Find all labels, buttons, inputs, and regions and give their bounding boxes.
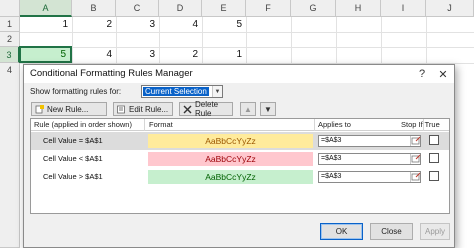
column-header-a[interactable]: A <box>20 0 72 17</box>
rule-row[interactable]: Cell Value > $A$1 AaBbCcYyZz =$A$3 <box>31 168 449 186</box>
show-rules-label: Show formatting rules for: <box>30 87 122 96</box>
gridline <box>20 32 474 33</box>
delete-rule-button[interactable]: Delete Rule <box>179 100 233 118</box>
dialog-title: Conditional Formatting Rules Manager <box>30 68 193 79</box>
cell-d1[interactable]: 4 <box>159 17 202 32</box>
cell-d3[interactable]: 2 <box>159 47 202 62</box>
rule-label: Cell Value > $A$1 <box>43 172 103 181</box>
column-header-i[interactable]: I <box>381 0 426 17</box>
column-header-f[interactable]: F <box>246 0 291 17</box>
applies-to-value: =$A$3 <box>321 155 342 162</box>
cell-e1[interactable]: 5 <box>202 17 246 32</box>
column-header-d[interactable]: D <box>159 0 202 17</box>
row-header-2[interactable]: 2 <box>0 32 20 47</box>
edit-rule-label: Edit Rule... <box>129 104 169 114</box>
delete-rule-label: Delete Rule <box>195 100 219 118</box>
applies-to-input[interactable]: =$A$3 <box>318 171 421 183</box>
column-header-h[interactable]: H <box>336 0 381 17</box>
column-header-c[interactable]: C <box>116 0 159 17</box>
range-select-icon[interactable] <box>410 136 421 146</box>
range-select-icon[interactable] <box>410 172 421 182</box>
cell-c3[interactable]: 3 <box>116 47 159 62</box>
header-applies-to: Applies to <box>318 120 351 129</box>
column-header-g[interactable]: G <box>291 0 336 17</box>
rules-table: Rule (applied in order shown) Format App… <box>30 118 450 214</box>
cell-a1[interactable]: 1 <box>20 17 72 32</box>
new-rule-icon <box>35 104 44 114</box>
header-divider <box>144 119 145 131</box>
applies-to-value: =$A$3 <box>321 173 342 180</box>
close-icon[interactable]: ✕ <box>435 66 451 82</box>
new-rule-label: New Rule... <box>47 104 89 114</box>
stop-if-true-checkbox[interactable] <box>429 153 439 163</box>
range-select-icon[interactable] <box>410 154 421 164</box>
cell-c1[interactable]: 3 <box>116 17 159 32</box>
edit-rule-button[interactable]: Edit Rule... <box>113 102 173 116</box>
rule-row[interactable]: Cell Value < $A$1 AaBbCcYyZz =$A$3 <box>31 150 449 168</box>
row-header-4[interactable]: 4 <box>0 63 20 248</box>
cell-e3[interactable]: 1 <box>202 47 246 62</box>
rule-label: Cell Value = $A$1 <box>43 136 103 145</box>
header-divider <box>314 119 315 131</box>
column-header-e[interactable]: E <box>202 0 246 17</box>
column-header-j[interactable]: J <box>426 0 474 17</box>
rule-row[interactable]: Cell Value = $A$1 AaBbCcYyZz =$A$3 <box>31 132 449 150</box>
show-rules-select[interactable]: Current Selection ▼ <box>141 85 223 98</box>
cell-b1[interactable]: 2 <box>72 17 116 32</box>
chevron-down-icon[interactable]: ▼ <box>212 86 222 97</box>
applies-to-input[interactable]: =$A$3 <box>318 135 421 147</box>
close-button[interactable]: Close <box>370 223 413 240</box>
format-preview: AaBbCcYyZz <box>148 152 313 166</box>
delete-icon <box>183 105 192 114</box>
format-preview: AaBbCcYyZz <box>148 134 313 148</box>
help-button[interactable]: ? <box>414 66 430 82</box>
rules-table-header: Rule (applied in order shown) Format App… <box>31 119 449 131</box>
select-all-corner[interactable] <box>0 0 20 17</box>
header-stop-if-true: Stop If True <box>401 120 440 129</box>
apply-button[interactable]: Apply <box>420 223 450 240</box>
header-format: Format <box>149 120 173 129</box>
applies-to-value: =$A$3 <box>321 137 342 144</box>
move-down-button[interactable]: ▼ <box>260 102 276 116</box>
edit-rule-icon <box>117 105 126 114</box>
move-up-button[interactable]: ▲ <box>240 102 256 116</box>
conditional-formatting-dialog: Conditional Formatting Rules Manager ? ✕… <box>23 64 455 248</box>
dialog-titlebar[interactable]: Conditional Formatting Rules Manager ? ✕ <box>24 65 454 83</box>
stop-if-true-checkbox[interactable] <box>429 135 439 145</box>
format-preview: AaBbCcYyZz <box>148 170 313 184</box>
new-rule-button[interactable]: New Rule... <box>31 102 107 116</box>
show-rules-value: Current Selection <box>143 87 209 96</box>
row-header-1[interactable]: 1 <box>0 17 20 32</box>
column-header-b[interactable]: B <box>72 0 116 17</box>
cell-b3[interactable]: 4 <box>72 47 116 62</box>
row-header-3[interactable]: 3 <box>0 47 20 63</box>
header-rule: Rule (applied in order shown) <box>34 120 132 129</box>
rule-label: Cell Value < $A$1 <box>43 154 103 163</box>
applies-to-input[interactable]: =$A$3 <box>318 153 421 165</box>
ok-button[interactable]: OK <box>320 223 363 240</box>
cell-a3-active[interactable]: 5 <box>19 46 72 63</box>
stop-if-true-checkbox[interactable] <box>429 171 439 181</box>
